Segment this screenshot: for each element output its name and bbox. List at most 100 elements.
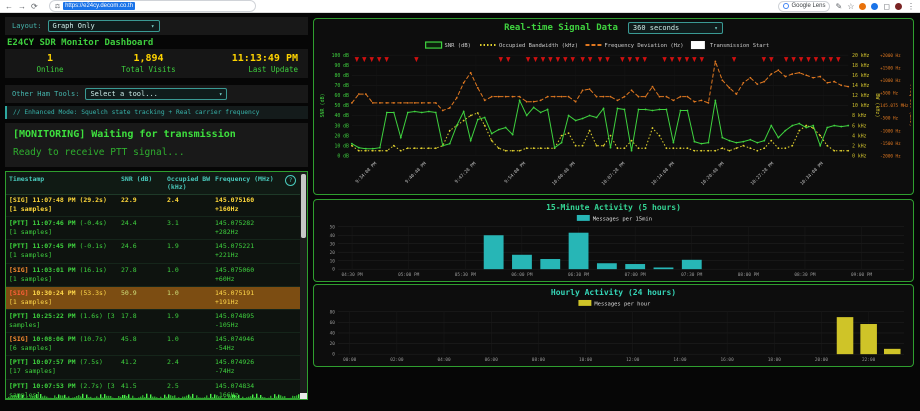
svg-text:04:30 PM: 04:30 PM	[342, 272, 363, 278]
svg-text:100 dB: 100 dB	[332, 53, 349, 59]
col-bw: Occupied BW (kHz)	[167, 175, 215, 192]
site-info-icon[interactable]: ⚖	[55, 3, 60, 10]
cell-timestamp: [PTT] 10:25:22 PM (1.6s) [3 samples]	[9, 312, 121, 330]
monitoring-status-box: [MONITORING] Waiting for transmission Re…	[5, 123, 308, 167]
svg-text:BW (kHz): BW (kHz)	[874, 93, 880, 117]
cell-frequency: 145.074926-74Hz	[215, 358, 300, 376]
help-icon[interactable]: ?	[285, 175, 296, 186]
svg-text:145.075 MHz: 145.075 MHz	[880, 103, 909, 109]
search-pen-icon[interactable]: ✎	[835, 2, 842, 11]
time-range-select[interactable]: 360 seconds ▾	[628, 22, 723, 34]
cell-bw: 1.0	[167, 266, 215, 284]
extension-icon-1[interactable]	[859, 3, 866, 10]
cell-frequency: 145.075221+221Hz	[215, 242, 300, 260]
svg-text:02:00: 02:00	[390, 357, 404, 363]
table-row[interactable]: [PTT] 11:07:46 PM (-0.4s) [1 samples]24.…	[6, 217, 300, 240]
realtime-signal-title: Real-time Signal Data	[504, 23, 618, 33]
svg-text:Freq Dev (ΔHz): Freq Dev (ΔHz)	[908, 84, 911, 126]
stat-online-value: 1	[15, 53, 85, 66]
svg-text:0: 0	[332, 352, 335, 358]
hourly-activity-panel: Hourly Activity (24 hours) Messages per …	[313, 284, 914, 367]
svg-text:10: 10	[330, 258, 336, 264]
svg-text:08:30 PM: 08:30 PM	[794, 272, 815, 278]
svg-text:80: 80	[330, 309, 336, 315]
signal-log-table: Timestamp SNR (dB) Occupied BW (kHz) Fre…	[5, 171, 308, 400]
svg-text:16 kHz: 16 kHz	[852, 73, 869, 79]
back-icon[interactable]: ←	[5, 0, 13, 13]
svg-text:0 dB: 0 dB	[337, 153, 349, 159]
table-row[interactable]: [SIG] 11:03:01 PM (16.1s) [1 samples]27.…	[6, 264, 300, 287]
extensions-puzzle-icon[interactable]: ◻	[883, 2, 890, 11]
svg-text:+2000 Hz: +2000 Hz	[880, 53, 901, 59]
ham-tools-label: Other Ham Tools:	[12, 90, 79, 98]
table-row[interactable]: [SIG] 10:30:24 PM (53.3s) [1 samples]50.…	[6, 287, 300, 310]
svg-text:08:00 PM: 08:00 PM	[738, 272, 759, 278]
url-text[interactable]: https://e24cy.decom.co.th	[63, 2, 135, 10]
cell-frequency: 145.075160+160Hz	[215, 196, 300, 214]
svg-text:18 kHz: 18 kHz	[852, 63, 869, 69]
svg-text:12:00: 12:00	[626, 357, 640, 363]
forward-icon[interactable]: →	[18, 0, 26, 13]
hourly-activity-title: Hourly Activity (24 hours)	[314, 288, 913, 297]
stats-bar: 1 Online 1,894 Total Visits 11:13:49 PM …	[5, 49, 308, 78]
cell-snr: 50.9	[121, 289, 167, 307]
refresh-icon[interactable]: ⟳	[31, 0, 38, 13]
stat-total-visits-value: 1,894	[85, 53, 212, 66]
url-bar[interactable]: ⚖ https://e24cy.decom.co.th	[49, 0, 256, 12]
chevron-down-icon: ▾	[219, 91, 223, 98]
cell-bw: 1.9	[167, 242, 215, 260]
cell-frequency: 145.075191+191Hz	[215, 289, 300, 307]
cell-snr: 27.8	[121, 266, 167, 284]
cell-frequency: 145.074946-54Hz	[215, 335, 300, 353]
ham-tools-row: Other Ham Tools: Select a tool... ▾	[5, 85, 308, 103]
svg-text:+1500 Hz: +1500 Hz	[880, 65, 901, 71]
monitoring-ready-line: Ready to receive PTT signal...	[13, 147, 300, 158]
activity-15min-chart: Messages per 15min0102030405004:30 PM05:…	[316, 213, 911, 280]
table-body: [SIG] 11:07:48 PM (29.2s) [1 samples]22.…	[6, 194, 300, 399]
svg-text:06:00 PM: 06:00 PM	[511, 272, 532, 278]
extension-icon-2[interactable]	[871, 3, 878, 10]
stat-last-update-label: Last Update	[212, 65, 298, 74]
svg-text:9:34:08 PM: 9:34:08 PM	[354, 161, 378, 185]
table-scrollbar[interactable]	[300, 172, 307, 399]
cell-snr: 24.6	[121, 242, 167, 260]
svg-text:00:00: 00:00	[343, 357, 357, 363]
svg-text:9:40:48 PM: 9:40:48 PM	[404, 161, 428, 185]
svg-text:60: 60	[330, 320, 336, 326]
svg-text:20:00: 20:00	[815, 357, 829, 363]
bookmark-star-icon[interactable]: ☆	[847, 2, 854, 11]
menu-dots-icon[interactable]: ⋮	[907, 2, 915, 11]
svg-text:50 dB: 50 dB	[335, 103, 349, 109]
scrollbar-thumb[interactable]	[301, 174, 306, 238]
svg-text:18:00: 18:00	[768, 357, 782, 363]
table-row[interactable]: [PTT] 10:07:57 PM (7.5s) [17 samples]41.…	[6, 356, 300, 379]
table-row[interactable]: [PTT] 11:07:45 PM (-0.1s) [1 samples]24.…	[6, 240, 300, 263]
svg-text:Messages per hour: Messages per hour	[594, 301, 651, 307]
lens-label: Google Lens	[791, 3, 825, 9]
cell-snr: 41.2	[121, 358, 167, 376]
layout-select[interactable]: Graph Only ▾	[48, 20, 160, 32]
svg-text:20: 20	[330, 250, 336, 256]
profile-avatar[interactable]	[895, 3, 902, 10]
table-header: Timestamp SNR (dB) Occupied BW (kHz) Fre…	[6, 172, 307, 195]
ham-tools-select[interactable]: Select a tool... ▾	[85, 88, 227, 100]
svg-text:Occupied Bandwidth (kHz): Occupied Bandwidth (kHz)	[499, 43, 578, 49]
svg-text:20 kHz: 20 kHz	[852, 53, 869, 59]
table-row[interactable]: [PTT] 10:25:22 PM (1.6s) [3 samples]17.8…	[6, 310, 300, 333]
svg-text:-1500 Hz: -1500 Hz	[880, 141, 901, 147]
svg-text:6 kHz: 6 kHz	[852, 123, 866, 129]
table-row[interactable]: [SIG] 10:08:06 PM (10.7s) [6 samples]45.…	[6, 333, 300, 356]
monitoring-status-line: [MONITORING] Waiting for transmission	[13, 129, 300, 140]
svg-text:10:00:48 PM: 10:00:48 PM	[551, 161, 577, 187]
svg-text:10:14:08 PM: 10:14:08 PM	[650, 161, 676, 187]
cell-bw: 1.0	[167, 335, 215, 353]
svg-text:+1000 Hz: +1000 Hz	[880, 78, 901, 84]
svg-text:30: 30	[330, 241, 336, 247]
svg-text:10:20:48 PM: 10:20:48 PM	[700, 161, 726, 187]
table-row[interactable]: [SIG] 11:07:48 PM (29.2s) [1 samples]22.…	[6, 194, 300, 217]
cell-frequency: 145.075282+282Hz	[215, 219, 300, 237]
google-lens-button[interactable]: Google Lens	[778, 1, 830, 12]
dashboard-page: Layout: Graph Only ▾ E24CY SDR Monitor D…	[0, 13, 920, 411]
svg-text:2 kHz: 2 kHz	[852, 143, 866, 149]
page-title: E24CY SDR Monitor Dashboard	[7, 38, 153, 48]
